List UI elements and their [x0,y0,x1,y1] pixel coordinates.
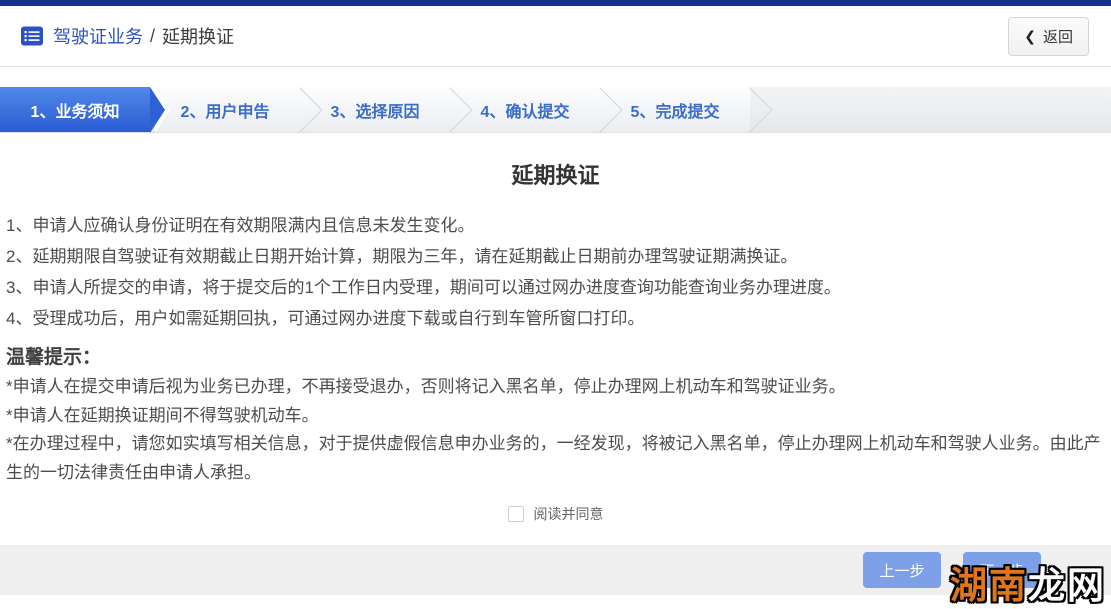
notice-line-4: 4、受理成功后，用户如需延期回执，可通过网办进度下载或自行到车管所窗口打印。 [6,309,645,328]
prev-step-button[interactable]: 上一步 [863,552,941,588]
step-3-select-reason[interactable]: 3、选择原因 [300,87,450,132]
breadcrumb-page: 延期换证 [162,27,235,47]
tip-line-3: *在办理过程中，请您如实填写相关信息，对于提供虚假信息申办业务的，一经发现，将被… [6,434,1101,482]
breadcrumb-separator: / [150,25,156,46]
breadcrumb-section[interactable]: 驾驶证业务 [53,23,143,49]
step-label: 2、用户申告 [180,103,270,121]
tip-line-1: *申请人在提交申请后视为业务已办理，不再接受退办，否则将记入黑名单，停止办理网上… [6,377,846,396]
step-1-business-notice[interactable]: 1、业务须知 [0,87,170,133]
chevron-left-icon: ❮ [1024,27,1036,44]
footer-bar: 上一步 下一步 [0,545,1111,595]
tip-line-2: *申请人在延期换证期间不得驾驶机动车。 [6,405,319,425]
step-bar-filler [750,87,1111,132]
back-button[interactable]: ❮ 返回 [1008,16,1089,56]
watermark-part-1: 湖南 [950,565,1028,606]
watermark: 湖南龙网 [950,555,1106,609]
step-label: 1、业务须知 [30,103,120,121]
step-4-confirm-submit[interactable]: 4、确认提交 [450,87,600,132]
main-content: 延期换证 1、申请人应确认身份证明在有效期限满内且信息未发生变化。 2、延期期限… [0,158,1111,524]
step-2-user-declaration[interactable]: 2、用户申告 [150,87,300,132]
step-label: 5、完成提交 [630,103,720,121]
tips-title: 温馨提示： [6,347,102,368]
breadcrumb: 驾驶证业务 / 延期换证 [20,23,234,49]
notice-line-1: 1、申请人应确认身份证明在有效期限满内且信息未发生变化。 [6,216,475,235]
watermark-part-2: 龙网 [1028,565,1106,606]
notice-line-3: 3、申请人所提交的申请，将于提交后的1个工作日内受理，期间可以通过网办进度查询功… [6,278,841,297]
notice-line-2: 2、延期期限自驾驶证有效期截止日期开始计算，期限为三年，请在延期截止日期前办理驾… [6,247,798,266]
agree-checkbox-label: 阅读并同意 [533,506,604,522]
list-icon [20,24,44,48]
agree-row: 阅读并同意 [6,504,1105,524]
page-title: 延期换证 [511,163,600,188]
header: 驾驶证业务 / 延期换证 ❮ 返回 [0,6,1111,67]
step-label: 3、选择原因 [330,103,420,121]
back-button-label: 返回 [1042,28,1073,46]
step-5-complete-submit[interactable]: 5、完成提交 [600,87,750,132]
step-bar: 1、业务须知 2、用户申告 3、选择原因 4、确认提交 5、完成提交 [0,87,1111,133]
step-label: 4、确认提交 [480,103,570,121]
agree-checkbox[interactable] [507,506,524,522]
